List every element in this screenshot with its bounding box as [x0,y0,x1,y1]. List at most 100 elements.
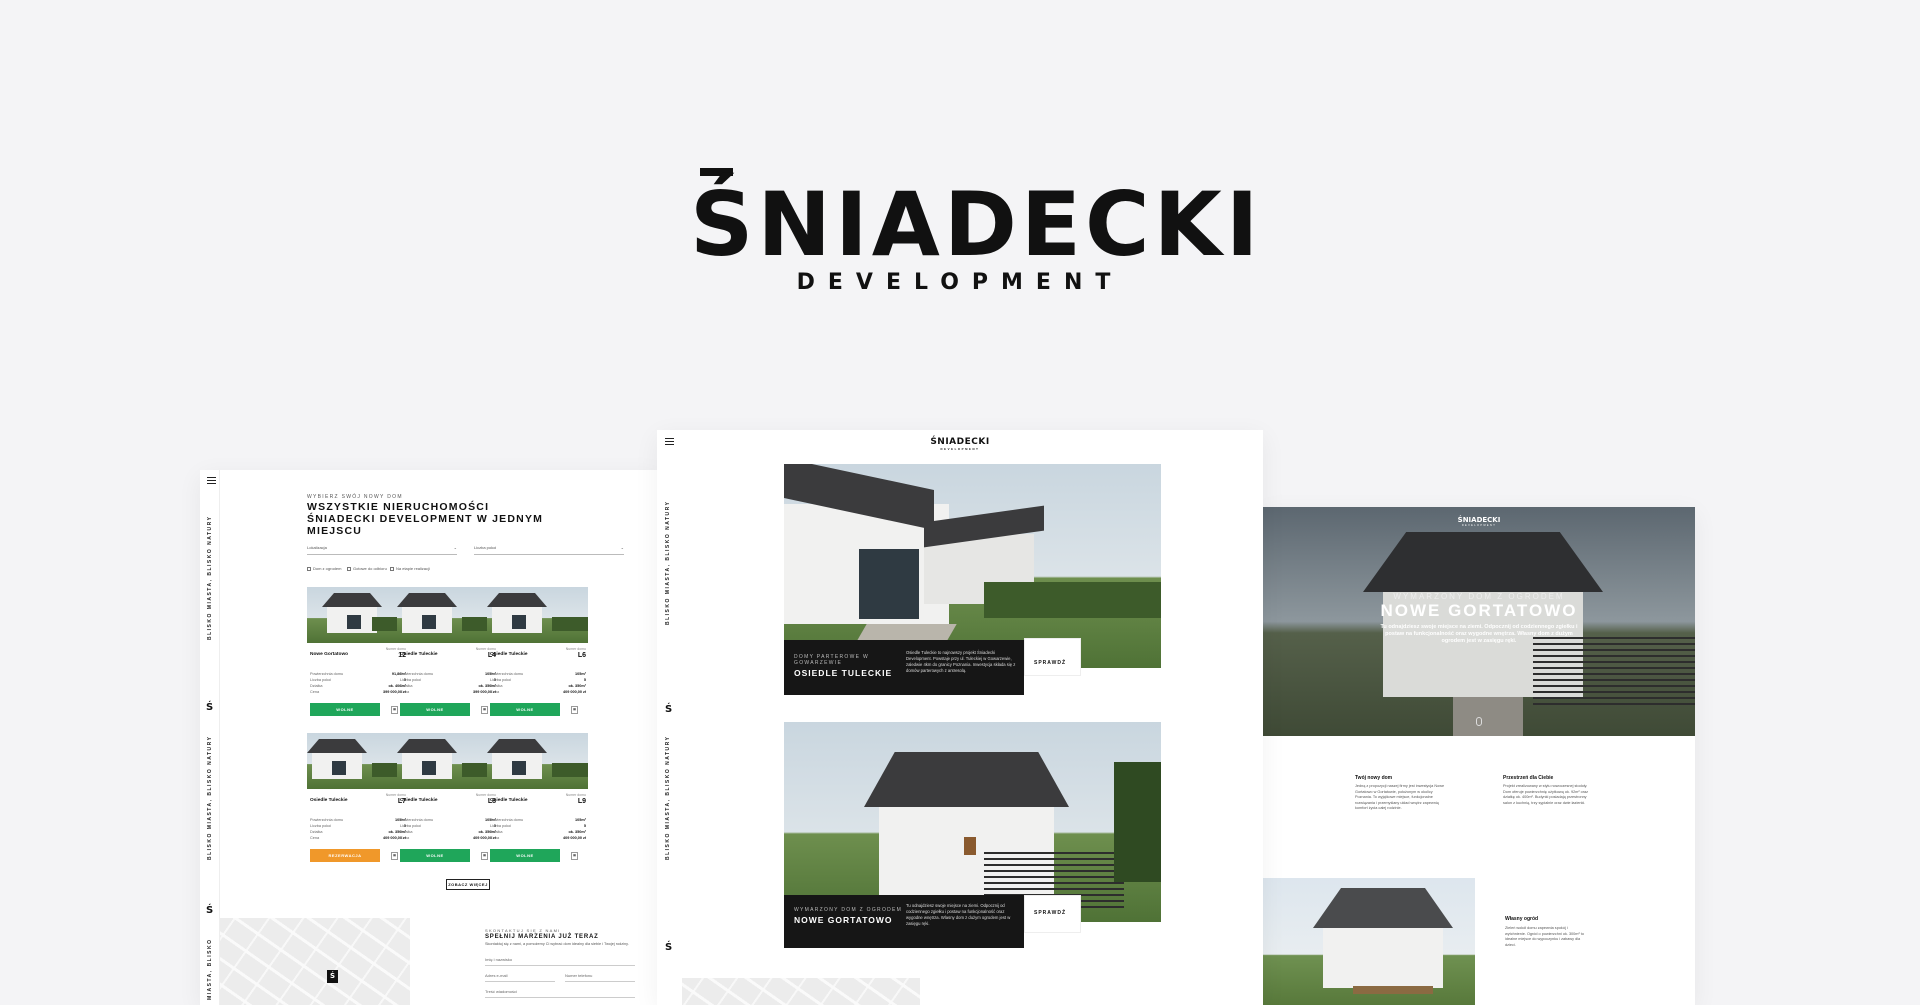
menu-icon[interactable] [207,477,216,484]
section-title: Przestrzeń dla Ciebie [1503,775,1554,781]
logo-tagline: DEVELOPMENT [796,270,1124,295]
spec-label: Cena [400,836,410,840]
scroll-mouse-icon[interactable] [1476,717,1482,726]
contact-text: Skontaktuj się z nami, a pomożemy Ci wyb… [485,942,629,946]
hero-text: Tu odnajdziesz swoje miejsce na ziemi. O… [1380,624,1578,644]
checkbox-construction[interactable]: Na etapie realizacji [390,566,430,571]
property-name: Osiedle Tuleckie [490,798,528,803]
project-image-tuleckie[interactable] [784,464,1161,668]
rooms-select[interactable]: Liczba pokoi ⌄ [474,545,624,555]
side-slogan: MIASTA, BLISKO [207,938,213,1000]
spec-value: 409 000,00 zł [562,836,586,840]
logo-wordmark: ŚNIADECKI [690,173,1263,276]
phone-field[interactable]: Numer telefonu [565,973,635,982]
status-button[interactable]: WOLNE [310,703,380,716]
checkbox-label: Dom z ogrodem [313,566,342,571]
property-name: Osiedle Tuleckie [400,798,438,803]
property-image[interactable] [487,587,588,643]
status-button[interactable]: REZERWACJA [310,849,380,862]
property-specs: Powierzchnia domu 105m² Liczba pokoi 5 Dział… [490,671,586,695]
project-image-gortatowo[interactable] [784,722,1161,922]
property-card[interactable]: Numer domu Osiedle Tuleckie L6 Powierzchnia… [487,587,588,727]
spec-label: Cena [400,690,410,694]
spec-label: Cena [490,690,500,694]
location-select[interactable]: Lokalizacja ⌄ [307,545,457,555]
floorplan-icon[interactable]: ▦ [571,852,578,860]
spec-row: Cena 409 000,00 zł [490,835,586,841]
section-text: Jedną z propozycji naszej firmy jest inw… [1355,784,1445,810]
property-image[interactable] [487,733,588,789]
checkbox-box [390,566,394,571]
status-button[interactable]: WOLNE [490,703,560,716]
property-card[interactable]: Numer domu Osiedle Tuleckie L4 Powierzchnia… [397,587,498,727]
select-value: Lokalizacja [307,545,327,550]
header-logo[interactable]: ŚNIADECKI DEVELOPMENT [927,437,993,451]
spec-value: 409 000,00 zł [562,690,586,694]
section-title: Własny ogród [1505,916,1539,922]
checkbox-box [307,566,311,571]
hero-image [1263,507,1695,736]
header-logo-tagline: DEVELOPMENT [940,447,980,451]
show-more-button[interactable]: ZOBACZ WIĘCEJ [446,879,490,890]
check-button-tuleckie[interactable]: SPRAWDŹ [1024,638,1081,676]
hero-logo-name: ŚNIADECKI [1457,516,1501,524]
property-image[interactable] [307,733,408,789]
project-kicker: WYMARZONY DOM Z OGRODEM [794,907,903,913]
side-slogan: BLISKO MIASTA, BLISKO NATURY [207,515,213,640]
hero-logo[interactable]: ŚNIADECKI DEVELOPMENT [1263,516,1695,527]
checkbox-box [347,566,351,571]
email-field[interactable]: Adres e-mail [485,973,555,982]
location-map[interactable] [682,978,920,1005]
project-detail-preview: ŚNIADECKI DEVELOPMENT WYMARZONY DOM Z OG… [1263,507,1695,1005]
floorplan-icon[interactable]: ▦ [571,706,578,714]
name-field[interactable]: Imię i nazwisko [485,957,635,966]
property-name: Osiedle Tuleckie [310,798,348,803]
section-title: Twój nowy dom [1355,775,1393,781]
message-field[interactable]: Treść wiadomości [485,989,635,998]
project-card-tuleckie: DOMY PARTEROWE W GOWARZEWIE OSIEDLE TULE… [784,640,1024,695]
project-kicker: DOMY PARTEROWE W GOWARZEWIE [794,654,869,666]
property-image[interactable] [397,733,498,789]
map-pin-icon[interactable]: Ś [327,970,338,983]
status-button[interactable]: WOLNE [400,703,470,716]
hero-logo-tagline: DEVELOPMENT [1461,524,1497,527]
location-map[interactable]: Ś [220,918,410,1005]
hero-kicker: WYMARZONY DOM Z OGRODEM [1393,592,1565,601]
property-name: Nowe Gortatowo [310,652,349,657]
checkbox-ready[interactable]: Gotowe do odbioru [347,566,387,571]
check-button-gortatowo[interactable]: SPRAWDŹ [1024,895,1081,933]
menu-icon[interactable] [665,438,674,445]
property-image[interactable] [397,587,498,643]
project-desc: Osiedle Tuleckie to najnowszy projekt Śn… [906,650,1016,673]
status-button[interactable]: WOLNE [490,849,560,862]
contact-kicker: SKONTAKTUJ SIĘ Z NAMI [485,928,561,933]
side-slogan: BLISKO MIASTA, BLISKO NATURY [665,500,671,625]
property-name: Osiedle Tuleckie [490,652,528,657]
project-title: NOWE GORTATOWO [794,915,893,925]
property-card[interactable]: Numer domu Nowe Gortatowo 12 Powierzchnia d… [307,587,408,727]
property-card[interactable]: Numer domu Osiedle Tuleckie L8 Powierzchnia… [397,733,498,873]
property-card[interactable]: Numer domu Osiedle Tuleckie L9 Powierzchnia… [487,733,588,873]
status-button[interactable]: WOLNE [400,849,470,862]
spec-row: Cena 409 000,00 zł [490,689,586,695]
spec-row: Cena 399 000,00 zł [400,689,496,695]
section-text: Zieleń wokół domu zapewnia spokój i wytc… [1505,926,1584,947]
listing-kicker: WYBIERZ SWÓJ NOWY DOM [307,494,403,500]
spec-label: Cena [310,836,320,840]
project-card-gortatowo: WYMARZONY DOM Z OGRODEM NOWE GORTATOWO T… [784,895,1024,948]
projects-page-preview: ŚNIADECKI DEVELOPMENT BLISKO MIASTA, BLI… [657,430,1263,1005]
brand-mark-icon: Ś [665,704,673,715]
property-image[interactable] [307,587,408,643]
spec-row: Cena 409 000,00 zł [310,835,406,841]
property-number: L6 [577,652,586,659]
side-slogan: BLISKO MIASTA, BLISKO NATURY [665,735,671,860]
spec-row: Cena 409 000,00 zł [400,835,496,841]
header-logo-name: ŚNIADECKI [930,437,990,447]
title-line: WSZYSTKIE NIERUCHOMOŚCI [307,501,490,513]
property-number: L9 [577,798,586,805]
spec-row: Cena 399 000,00 zł [310,689,406,695]
brand-mark-icon: Ś [206,702,214,713]
checkbox-garden[interactable]: Dom z ogrodem [307,566,341,571]
property-card[interactable]: Numer domu Osiedle Tuleckie L7 Powierzchnia… [307,733,408,873]
section-text: Projekt zrealizowany w stylu nowoczesnej… [1503,784,1589,805]
